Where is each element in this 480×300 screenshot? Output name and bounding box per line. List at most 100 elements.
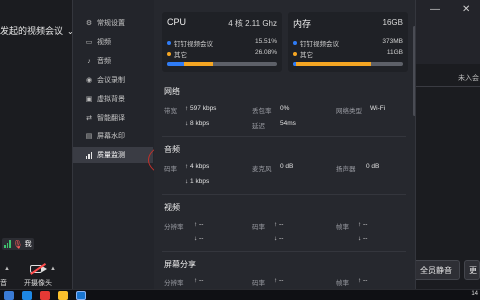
nav-item-recording[interactable]: ◉ 会议录制 (73, 72, 153, 88)
network-title: 网络 (164, 87, 180, 96)
section-divider (162, 194, 406, 195)
speaker-value: 0 dB (366, 163, 380, 170)
memory-row-name: 其它 (300, 52, 313, 59)
mic-value: 0 dB (280, 163, 294, 170)
latency-value: 54ms (280, 120, 296, 127)
mic-muted-icon: 🎙 (12, 239, 23, 249)
blue-dot-icon (293, 41, 297, 45)
video-resolution-label: 分辨率 (164, 224, 184, 231)
nav-item-audio[interactable]: ♪ 音频 (73, 53, 153, 69)
video-icon: ▭ (85, 39, 93, 46)
minimize-icon[interactable]: — (430, 4, 440, 15)
cpu-card: CPU 4 核 2.11 Ghz 钉钉视频会议 15.51% 其它 26.08% (162, 12, 282, 72)
orange-dot-icon (167, 52, 171, 56)
nav-item-label: 屏幕水印 (97, 133, 125, 140)
speaker-label: 扬声器 (336, 166, 356, 173)
orange-dot-icon (293, 52, 297, 56)
video-fps-label: 帧率 (336, 224, 349, 231)
app-icon[interactable] (4, 291, 14, 300)
scrollbar-thumb[interactable] (413, 26, 415, 116)
nav-item-label: 会议录制 (97, 77, 125, 84)
meeting-title[interactable]: 发起的视频会议 ⌄ (0, 24, 74, 37)
more-button[interactable]: 更 (464, 260, 480, 280)
caret-up-icon[interactable]: ▲ (50, 266, 56, 272)
settings-nav: ⚙ 常规设置 ▭ 视频 ♪ 音频 ◉ 会议录制 ▣ 虚拟背景 ⇄ 智能翻译 ▤ 屏幕水印 质量… (73, 0, 153, 289)
screenshare-resolution-up: ↑ -- (194, 277, 204, 284)
nav-item-general[interactable]: ⚙ 常规设置 (73, 15, 153, 31)
audio-bitrate-up: ↑ 4 kbps (185, 163, 210, 170)
video-title: 视频 (164, 203, 180, 212)
self-video-badge: 🎙 我 (2, 238, 34, 250)
bandwidth-down: ↓ 8 kbps (185, 120, 210, 127)
nav-item-label: 视频 (97, 39, 111, 46)
memory-total: 16GB (382, 18, 403, 27)
screenshare-resolution-label: 分辨率 (164, 280, 184, 287)
camera-toggle-label[interactable]: 开摄像头 (24, 278, 52, 288)
tab-unjoined[interactable]: 未入会 (458, 73, 479, 83)
app-icon[interactable] (40, 291, 50, 300)
cpu-usage-app (167, 62, 185, 66)
nav-item-label: 常规设置 (97, 20, 125, 27)
screenshare-bitrate-up: ↑ -- (274, 277, 284, 284)
memory-usage-other (295, 62, 372, 66)
os-taskbar: 14 (0, 289, 480, 300)
blue-dot-icon (167, 41, 171, 45)
app-icon[interactable] (22, 291, 32, 300)
screenshare-fps-up: ↑ -- (358, 277, 368, 284)
caret-up-icon[interactable]: ▲ (4, 266, 10, 272)
nav-item-video[interactable]: ▭ 视频 (73, 34, 153, 50)
cpu-row-value: 26.08% (254, 49, 277, 56)
meeting-title-text: 发起的视频会议 (0, 26, 64, 36)
self-label: 我 (24, 241, 32, 248)
cpu-row-name: 钉钉视频会议 (174, 41, 213, 48)
packet-loss-label: 丢包率 (252, 108, 272, 115)
memory-row-app: 钉钉视频会议 (293, 38, 339, 48)
video-bitrate-up: ↑ -- (274, 221, 284, 228)
screenshare-fps-label: 帧率 (336, 280, 349, 287)
nav-item-label: 智能翻译 (97, 115, 125, 122)
nav-item-quality-monitor[interactable]: 质量监测 (73, 147, 153, 163)
memory-row-other: 其它 (293, 49, 313, 59)
section-divider (162, 136, 406, 137)
video-fps-down: ↓ -- (358, 235, 368, 242)
translate-icon: ⇄ (86, 115, 92, 122)
cpu-row-value: 15.51% (254, 38, 277, 45)
nav-item-translate[interactable]: ⇄ 智能翻译 (73, 110, 153, 126)
video-bitrate-label: 码率 (252, 224, 265, 231)
cpu-usage-bar (167, 62, 277, 66)
mic-label: 麦克风 (252, 166, 272, 173)
memory-row-name: 钉钉视频会议 (300, 41, 339, 48)
dingtalk-icon[interactable] (76, 291, 86, 300)
camera-off-icon[interactable] (30, 262, 48, 275)
cpu-row-name: 其它 (174, 52, 187, 59)
bandwidth-up: ↑ 597 kbps (185, 105, 217, 112)
latency-label: 延迟 (252, 123, 265, 130)
video-resolution-up: ↑ -- (194, 221, 204, 228)
mute-all-button[interactable]: 全员静音 (412, 260, 460, 280)
audio-toolbar-label[interactable]: 音 (0, 278, 7, 288)
nav-item-watermark[interactable]: ▤ 屏幕水印 (73, 128, 153, 144)
background-icon: ▣ (85, 96, 93, 103)
memory-row-value: 11GB (386, 49, 403, 56)
browser-icon[interactable] (58, 291, 68, 300)
screenshare-bitrate-label: 码率 (252, 280, 265, 287)
video-fps-up: ↑ -- (358, 221, 368, 228)
nav-item-virtual-background[interactable]: ▣ 虚拟背景 (73, 91, 153, 107)
audio-bitrate-down: ↓ 1 kbps (185, 178, 210, 185)
memory-usage-bar (293, 62, 403, 66)
record-icon: ◉ (85, 77, 93, 84)
gear-icon: ⚙ (85, 20, 93, 27)
nav-item-label: 质量监测 (97, 152, 125, 159)
close-icon[interactable]: ✕ (462, 4, 470, 15)
cpu-spec: 4 核 2.11 Ghz (228, 19, 277, 28)
audio-bitrate-label: 码率 (164, 166, 177, 173)
network-type-value: Wi-Fi (370, 105, 386, 112)
nav-item-label: 音频 (97, 58, 111, 65)
mute-all-label: 全员静音 (420, 265, 452, 275)
audio-title: 音频 (164, 145, 180, 154)
video-bitrate-down: ↓ -- (274, 235, 284, 242)
cpu-row-app: 钉钉视频会议 (167, 38, 213, 48)
watermark-icon: ▤ (85, 133, 93, 140)
memory-row-value: 373MB (382, 38, 403, 45)
settings-dialog: ⚙ 常规设置 ▭ 视频 ♪ 音频 ◉ 会议录制 ▣ 虚拟背景 ⇄ 智能翻译 ▤ 屏幕水印 质量… (72, 0, 416, 289)
